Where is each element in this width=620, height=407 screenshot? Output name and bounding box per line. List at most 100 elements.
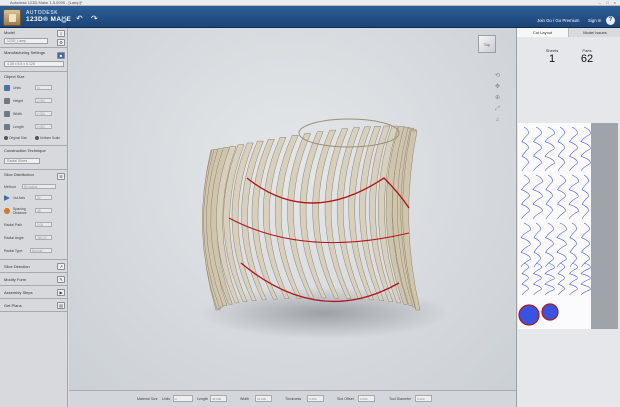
model-field[interactable]: 123D_Lamp: [4, 38, 48, 44]
part-outline: [556, 222, 567, 268]
radial-angle-input[interactable]: 360.00: [35, 235, 52, 240]
slice-direction-section[interactable]: Slice Direction ↗: [0, 260, 68, 273]
count-label: 1st Axis: [13, 196, 26, 200]
construction-select[interactable]: Radial Slices: [4, 158, 40, 164]
modify-form-section[interactable]: Modify Form ✎: [0, 273, 68, 286]
nested-parts: [518, 126, 591, 326]
part-outline: [580, 262, 591, 296]
width-label: Width: [13, 112, 22, 116]
distance-label: Distance: [13, 211, 27, 215]
count-input[interactable]: 22: [35, 195, 52, 200]
import-icon[interactable]: ⇩: [57, 30, 65, 37]
uniform-scale-label: Uniform Scale: [40, 136, 61, 140]
sheet-paper: [518, 123, 591, 329]
left-panel: Model 123D_Lamp ⇩ ⚙ Manufacturing Settin…: [0, 28, 68, 407]
slice-distribution-section: Slice Distribution ☰ Method By radius 1s…: [0, 170, 68, 260]
construction-section: Construction Technique Radial Slices: [0, 146, 68, 170]
assembly-steps-section[interactable]: Assembly Steps ▶: [0, 286, 68, 299]
redo-icon[interactable]: ↷: [91, 15, 98, 23]
sheets-count: 1: [548, 53, 556, 65]
units-label-bottom: Units: [162, 397, 171, 401]
part-outline: [581, 174, 589, 220]
fit-icon[interactable]: ⤢: [494, 106, 501, 112]
part-outline: [580, 126, 591, 172]
part-outline: [568, 262, 578, 296]
slot-offset-label: Slot Offset: [337, 397, 354, 401]
part-outline: [568, 174, 579, 220]
manufacturing-section: Manufacturing Settings ■ 4.35 x 8.5 x 0.…: [0, 48, 68, 72]
width-input[interactable]: 2.000: [35, 111, 52, 116]
part-outline: [532, 174, 543, 220]
radial-type-label: Radial Type: [4, 249, 23, 253]
slot-offset-input[interactable]: 0.000: [358, 395, 375, 402]
part-outline: [545, 174, 553, 220]
pan-icon[interactable]: ✥: [494, 84, 501, 90]
manufacturing-icon[interactable]: ■: [57, 52, 65, 59]
zoom-icon[interactable]: ⊕: [494, 95, 501, 101]
help-icon[interactable]: ?: [606, 16, 615, 25]
part-outline: [545, 222, 554, 268]
direction-icon[interactable]: ↗: [57, 263, 65, 270]
modify-icon[interactable]: ✎: [57, 276, 65, 283]
part-outline: [569, 222, 577, 268]
radial-type-select[interactable]: Normal: [30, 248, 52, 253]
method-select[interactable]: By radius: [22, 184, 56, 189]
plans-icon[interactable]: ▤: [57, 302, 65, 309]
base-part-1: [518, 304, 540, 326]
get-plans-section[interactable]: Get Plans ▤: [0, 299, 68, 312]
original-size-radio[interactable]: [4, 136, 8, 140]
get-plans-title: Get Plans: [4, 303, 22, 308]
part-outline: [557, 262, 565, 296]
viewcube[interactable]: Top: [478, 35, 496, 53]
home-icon[interactable]: ⌂: [494, 117, 501, 123]
units-select-bottom[interactable]: in: [173, 395, 193, 402]
height-icon: [4, 98, 10, 104]
width-label-bottom: Width: [240, 397, 250, 401]
units-select[interactable]: in: [35, 85, 52, 90]
part-outline: [569, 126, 578, 172]
height-input[interactable]: 2.000: [35, 98, 52, 103]
part-outline: [557, 126, 565, 172]
cut-layout-sheet[interactable]: [518, 123, 618, 329]
sign-in-link[interactable]: Sign In: [588, 18, 601, 23]
part-outline: [521, 174, 530, 220]
tab-model-issues[interactable]: Model Issues: [569, 28, 620, 37]
radial-path-label: Radial Path: [4, 223, 23, 227]
width-icon: [4, 111, 10, 117]
base-part-2: [541, 303, 559, 321]
object-size-section: Object Size Units in Height 2.000 Width …: [0, 72, 68, 146]
spacing-input[interactable]: 45: [35, 208, 52, 213]
tool-diameter-input[interactable]: 0.000: [415, 395, 432, 402]
thickness-input-bottom[interactable]: 0.250: [307, 395, 324, 402]
orbit-icon[interactable]: ⟲: [494, 73, 501, 79]
part-outline: [533, 222, 541, 268]
sliced-lamp-model[interactable]: [69, 28, 516, 390]
join-link[interactable]: Join Go / Go Premium: [537, 18, 580, 23]
method-label: Method: [4, 185, 16, 189]
radial-angle-label: Radial Angle: [4, 236, 24, 240]
thickness-label-bottom: Thickness: [285, 397, 302, 401]
3d-viewport[interactable]: Top ⟲ ✥ ⊕ ⤢ ⌂: [69, 28, 516, 390]
assembly-steps-title: Assembly Steps: [4, 290, 33, 295]
part-outline: [581, 222, 590, 268]
tab-cut-layout[interactable]: Cut Layout: [517, 28, 569, 37]
undo-icon[interactable]: ↶: [76, 15, 83, 23]
slice-direction-title: Slice Direction: [4, 264, 30, 269]
length-input-bottom[interactable]: 36.000: [210, 395, 227, 402]
parts-count: 62: [580, 53, 594, 65]
settings-icon[interactable]: ⚙: [57, 39, 65, 46]
assembly-icon[interactable]: ▶: [57, 289, 65, 296]
tool-diameter-label: Tool Diameter: [389, 397, 412, 401]
play-icon[interactable]: [4, 195, 10, 201]
distribution-icon[interactable]: ☰: [57, 173, 65, 180]
app-logo[interactable]: [3, 9, 21, 26]
radial-path-input[interactable]: 0.00: [35, 222, 52, 227]
manufacturing-select[interactable]: 4.35 x 8.5 x 0.125: [4, 61, 64, 67]
length-icon: [4, 124, 10, 130]
chevron-down-icon[interactable]: ▾: [61, 17, 67, 23]
part-outline: [521, 262, 529, 296]
length-label: Length: [13, 125, 24, 129]
length-input[interactable]: 2.000: [35, 124, 52, 129]
width-input-bottom[interactable]: 24.000: [255, 395, 272, 402]
uniform-scale-radio[interactable]: [35, 136, 39, 140]
